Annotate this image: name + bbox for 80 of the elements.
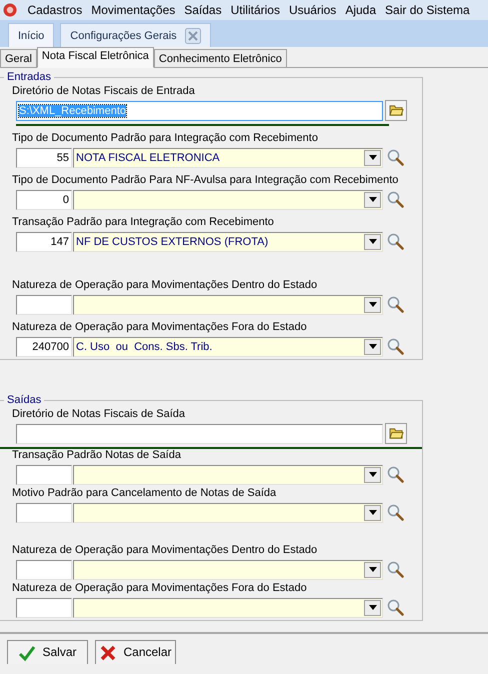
group-title: Saídas	[6, 394, 42, 407]
menu-item[interactable]: Saídas	[180, 3, 226, 17]
tab[interactable]: Geral	[0, 49, 37, 67]
field-label: Natureza de Operação para Movimentações Dentro do Estado	[12, 543, 318, 557]
folder-icon	[388, 104, 404, 117]
field-label: Transação Padrão Notas de Saída	[12, 448, 182, 462]
dropdown-button[interactable]	[364, 504, 381, 520]
field-label: Motivo Padrão para Cancelamento de Notas de Saída	[12, 486, 278, 500]
code-field[interactable]	[16, 598, 72, 618]
menu-item[interactable]: Usuários	[284, 3, 341, 17]
field-label: Tipo de Documento Padrão para Integração com Recebimento	[12, 131, 319, 145]
save-button[interactable]: Salvar	[7, 640, 88, 664]
dropdown-field[interactable]	[73, 294, 383, 314]
search-icon[interactable]	[387, 233, 404, 250]
menu-item[interactable]: Cadastros	[23, 3, 87, 17]
search-icon[interactable]	[387, 338, 404, 355]
folder-icon	[388, 427, 404, 440]
field-label: Natureza de Operação para Movimentações Fora do Estado	[12, 320, 308, 334]
dropdown-field[interactable]	[73, 464, 383, 484]
dropdown-field[interactable]	[73, 598, 383, 618]
caret-icon	[368, 344, 376, 349]
caret-icon	[368, 239, 376, 244]
caret-icon	[368, 155, 376, 160]
search-icon[interactable]	[387, 296, 404, 313]
app-logo-icon	[3, 3, 17, 17]
caret-icon	[368, 302, 376, 307]
search-icon[interactable]	[387, 191, 404, 208]
caret-icon	[368, 472, 376, 477]
dropdown-button[interactable]	[364, 296, 381, 312]
dropdown-button[interactable]	[364, 150, 381, 166]
tab[interactable]: Conhecimento Eletrônico	[154, 49, 287, 67]
search-icon[interactable]	[387, 561, 404, 578]
caret-icon	[368, 197, 376, 202]
code-field[interactable]: 240700	[16, 336, 72, 356]
dropdown-button[interactable]	[364, 600, 381, 616]
code-field[interactable]: 0	[16, 190, 72, 210]
search-icon[interactable]	[387, 599, 404, 616]
code-field[interactable]: 55	[16, 148, 72, 168]
dropdown-field[interactable]: NOTA FISCAL ELETRONICA	[73, 148, 383, 168]
dropdown-field[interactable]	[73, 560, 383, 580]
search-icon[interactable]	[387, 466, 404, 483]
menu-item[interactable]: Utilitários	[226, 3, 284, 17]
field-label: Natureza de Operação para Movimentações Dentro do Estado	[12, 278, 318, 292]
caret-icon	[368, 567, 376, 572]
code-field[interactable]	[16, 294, 72, 314]
dropdown-field[interactable]	[73, 502, 383, 522]
input-field[interactable]	[16, 424, 383, 444]
group-title: Entradas	[6, 71, 52, 84]
field-label: Tipo de Documento Padrão Para NF-Avulsa para Integração com Recebimento	[12, 173, 400, 187]
field-label: Diretório de Notas Fiscais de Entrada	[12, 84, 196, 98]
menu-item[interactable]: Sair do Sistema	[380, 3, 474, 17]
dropdown-button[interactable]	[364, 338, 381, 354]
dropdown-button[interactable]	[364, 562, 381, 578]
tab[interactable]: Nota Fiscal Eletrônica	[36, 47, 154, 68]
menu-item[interactable]: Movimentações	[86, 3, 180, 17]
dropdown-button[interactable]	[364, 466, 381, 482]
code-field[interactable]	[16, 560, 72, 580]
code-field[interactable]: 147	[16, 232, 72, 252]
caret-icon	[368, 605, 376, 610]
check-icon	[18, 644, 36, 662]
code-field[interactable]	[16, 464, 72, 484]
dropdown-button[interactable]	[364, 192, 381, 208]
document-tab[interactable]: Início	[8, 23, 54, 47]
cancel-button[interactable]: Cancelar	[95, 640, 176, 664]
dropdown-field[interactable]	[73, 190, 383, 210]
field-label: Natureza de Operação para Movimentações Fora do Estado	[12, 581, 308, 595]
dropdown-button[interactable]	[364, 234, 381, 250]
dropdown-field[interactable]: C. Uso ou Cons. Sbs. Trib.	[73, 336, 383, 356]
folder-button[interactable]	[385, 423, 407, 444]
search-icon[interactable]	[387, 149, 404, 166]
folder-button[interactable]	[385, 100, 407, 121]
menu-item[interactable]: Ajuda	[340, 3, 381, 17]
dropdown-field[interactable]: NF DE CUSTOS EXTERNOS (FROTA)	[73, 232, 383, 252]
cross-icon	[99, 644, 118, 662]
caret-icon	[368, 510, 376, 515]
field-label: Diretório de Notas Fiscais de Saída	[12, 407, 186, 421]
field-label: Transação Padrão para Integração com Recebimento	[12, 215, 275, 229]
code-field[interactable]	[16, 502, 72, 522]
document-tab[interactable]: Configurações Gerais	[60, 23, 211, 47]
search-icon[interactable]	[387, 504, 404, 521]
